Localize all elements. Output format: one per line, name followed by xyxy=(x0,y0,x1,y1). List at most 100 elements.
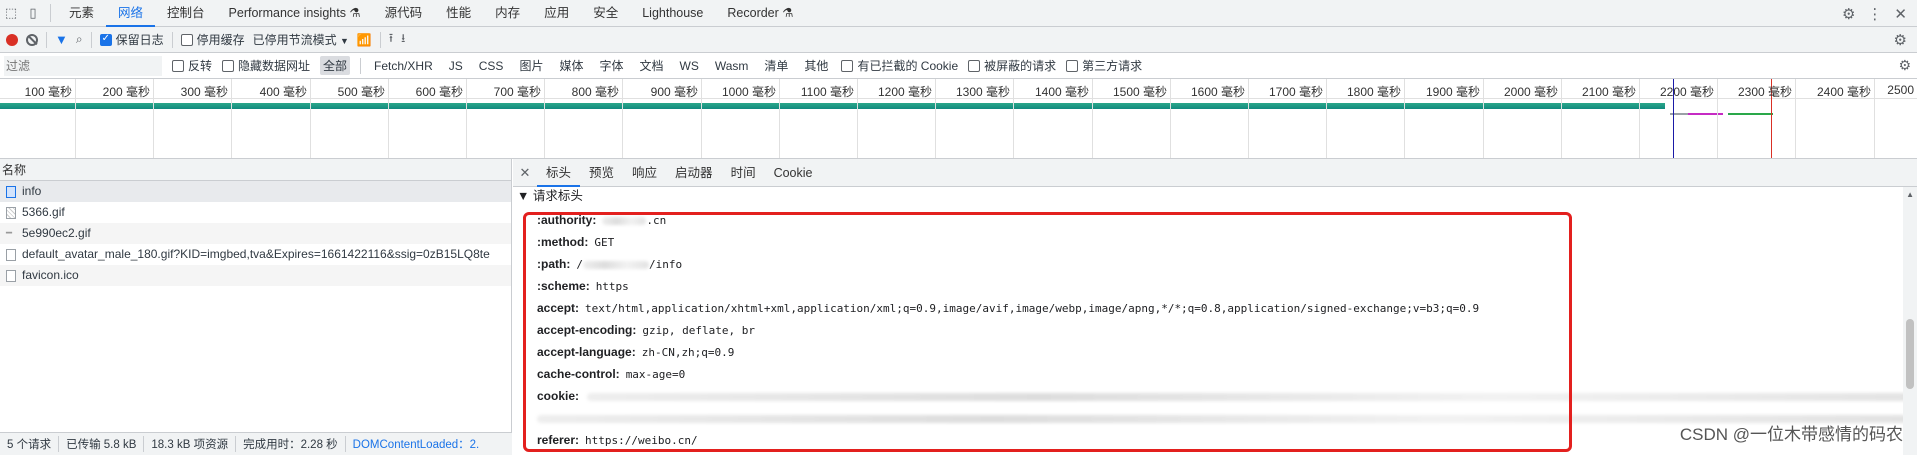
network-settings-gear-icon[interactable]: ⚙ xyxy=(1894,31,1907,49)
settings-gear-icon[interactable]: ⚙ xyxy=(1842,5,1855,23)
throttle-select[interactable]: 已停用节流模式 ▼ xyxy=(253,31,349,48)
tab-initiator[interactable]: 启动器 xyxy=(666,159,722,187)
close-icon[interactable]: ✕ xyxy=(1894,5,1907,23)
tab-performance[interactable]: 性能 xyxy=(434,0,483,27)
tab-elements[interactable]: 元素 xyxy=(57,0,106,27)
scrollbar-thumb[interactable] xyxy=(1906,319,1914,389)
filter-type-js[interactable]: JS xyxy=(446,58,466,74)
tab-application[interactable]: 应用 xyxy=(532,0,581,27)
divider xyxy=(379,31,381,48)
disable-cache-checkbox[interactable]: 停用缓存 xyxy=(180,31,245,48)
timeline-gridline xyxy=(1092,79,1093,158)
scroll-up-icon[interactable]: ▲ xyxy=(1906,190,1914,199)
filter-type-ws[interactable]: WS xyxy=(677,58,702,74)
name-column-header[interactable]: 名称 xyxy=(0,159,511,181)
timeline-tick-label: 1300 毫秒 xyxy=(955,85,1010,99)
tab-recorder[interactable]: Recorder ⚗ xyxy=(715,0,805,27)
blocked-cookies-checkbox[interactable]: 有已拦截的 Cookie xyxy=(841,57,958,74)
filter-type-wasm[interactable]: Wasm xyxy=(712,58,752,74)
record-icon[interactable] xyxy=(6,33,18,46)
filter-type-fetch-xhr[interactable]: Fetch/XHR xyxy=(371,58,436,74)
filter-type-manifest[interactable]: 清单 xyxy=(761,56,791,75)
tab-response[interactable]: 响应 xyxy=(623,159,666,187)
tab-headers[interactable]: 标头 xyxy=(537,159,581,187)
transferred-size: 已传输 5.8 kB xyxy=(59,436,145,452)
network-status-bar: 5 个请求 已传输 5.8 kB 18.3 kB 项资源 完成用时：2.28 秒… xyxy=(0,432,512,455)
filter-icon[interactable]: ▼ xyxy=(55,32,68,47)
timeline-gridline xyxy=(310,79,311,158)
preserve-log-checkbox[interactable]: 保留日志 xyxy=(99,31,164,48)
filter-type-media[interactable]: 媒体 xyxy=(556,56,586,75)
more-options-icon[interactable]: ⋮ xyxy=(1867,5,1882,23)
filter-type-font[interactable]: 字体 xyxy=(596,56,626,75)
third-party-checkbox[interactable]: 第三方请求 xyxy=(1066,57,1142,74)
hide-data-urls-checkbox[interactable]: 隐藏数据网址 xyxy=(222,57,310,74)
timeline-gridline xyxy=(466,79,467,158)
tab-lighthouse[interactable]: Lighthouse xyxy=(630,0,715,27)
blocked-cookies-label: 有已拦截的 Cookie xyxy=(857,59,959,73)
filter-type-all[interactable]: 全部 xyxy=(320,56,351,75)
filter-bar: 反转 隐藏数据网址 全部 Fetch/XHR JS CSS 图片 媒体 字体 文… xyxy=(0,53,1917,79)
close-details-icon[interactable]: ✕ xyxy=(513,165,537,181)
timeline-gridline xyxy=(1404,79,1405,158)
request-row[interactable]: 5366.gif xyxy=(0,202,511,223)
timeline-tick-label: 800 毫秒 xyxy=(571,85,619,99)
filter-type-doc[interactable]: 文档 xyxy=(636,56,666,75)
tab-memory[interactable]: 内存 xyxy=(483,0,532,27)
invert-checkbox[interactable]: 反转 xyxy=(172,57,212,74)
wifi-conditions-icon[interactable]: 📶 xyxy=(357,33,372,47)
tab-preview[interactable]: 预览 xyxy=(580,159,623,187)
timeline-gridline xyxy=(1013,79,1014,158)
request-count: 5 个请求 xyxy=(0,436,60,452)
filter-settings-gear-icon[interactable]: ⚙ xyxy=(1898,57,1911,74)
search-icon[interactable]: ⌕ xyxy=(76,32,83,47)
timeline-gridline xyxy=(701,79,702,158)
filter-type-img[interactable]: 图片 xyxy=(516,56,546,75)
timeline-tick-label: 400 毫秒 xyxy=(259,85,307,99)
timeline-tick-label: 1800 毫秒 xyxy=(1346,85,1401,99)
request-headers-section-title[interactable]: ▼ 请求标头 xyxy=(513,187,1917,205)
import-har-icon[interactable]: ⭱ xyxy=(389,29,393,50)
request-details-panel: ✕ 标头 预览 响应 启动器 时间 Cookie ▼ 请求标头 :authori… xyxy=(513,159,1917,455)
timeline-tick-label: 1700 毫秒 xyxy=(1268,85,1323,99)
timeline-tick-label: 2000 毫秒 xyxy=(1503,85,1558,99)
request-name: default_avatar_male_180.gif?KID=imgbed,t… xyxy=(22,247,490,261)
timeline-gridline xyxy=(1561,79,1562,158)
tab-sources[interactable]: 源代码 xyxy=(373,0,435,27)
timeline-gridline xyxy=(1639,79,1640,158)
request-row[interactable]: favicon.ico xyxy=(0,265,511,286)
request-row[interactable]: ━ 5e990ec2.gif xyxy=(0,223,511,244)
tab-timing[interactable]: 时间 xyxy=(722,159,765,187)
request-row[interactable]: default_avatar_male_180.gif?KID=imgbed,t… xyxy=(0,244,511,265)
request-name: favicon.ico xyxy=(22,268,79,282)
timeline-tick-label: 1600 毫秒 xyxy=(1190,85,1245,99)
filter-input[interactable] xyxy=(4,55,162,76)
blocked-requests-label: 被屏蔽的请求 xyxy=(984,59,1057,73)
timeline-gridline xyxy=(1170,79,1171,158)
tab-cookies[interactable]: Cookie xyxy=(765,159,822,187)
timeline-tick-label: 2500 xyxy=(1887,83,1914,97)
request-name: 5366.gif xyxy=(22,205,65,219)
blocked-requests-checkbox[interactable]: 被屏蔽的请求 xyxy=(968,57,1056,74)
timeline-tick-label: 600 毫秒 xyxy=(415,85,463,99)
checkbox-icon xyxy=(222,59,235,72)
device-toolbar-icon[interactable]: ▯ xyxy=(22,0,44,27)
timeline-tick-label: 900 毫秒 xyxy=(650,85,698,99)
file-icon xyxy=(6,248,16,261)
tab-security[interactable]: 安全 xyxy=(581,0,630,27)
filter-type-css[interactable]: CSS xyxy=(476,58,507,74)
tab-performance-insights[interactable]: Performance insights ⚗ xyxy=(217,0,373,27)
clear-icon[interactable] xyxy=(26,33,38,46)
inspect-element-icon[interactable]: ⬚ xyxy=(0,0,22,27)
request-row[interactable]: info xyxy=(0,181,511,202)
timeline-overview[interactable]: 100 毫秒 200 毫秒 300 毫秒 400 毫秒 500 毫秒 600 毫秒 700 … xyxy=(0,79,1917,159)
timeline-tick-label: 300 毫秒 xyxy=(180,85,228,99)
devtools-tabbar: ⬚ ▯ 元素 网络 控制台 Performance insights ⚗ 源代码… xyxy=(0,0,1917,27)
watermark: CSDN @一位木带感情的码农 xyxy=(1679,425,1903,444)
filter-type-other[interactable]: 其他 xyxy=(801,56,831,75)
tab-console[interactable]: 控制台 xyxy=(155,0,217,27)
tab-network[interactable]: 网络 xyxy=(106,0,156,27)
timeline-gridline xyxy=(1795,79,1796,158)
export-har-icon[interactable]: ⭳ xyxy=(401,29,405,50)
checkbox-icon xyxy=(968,59,981,72)
